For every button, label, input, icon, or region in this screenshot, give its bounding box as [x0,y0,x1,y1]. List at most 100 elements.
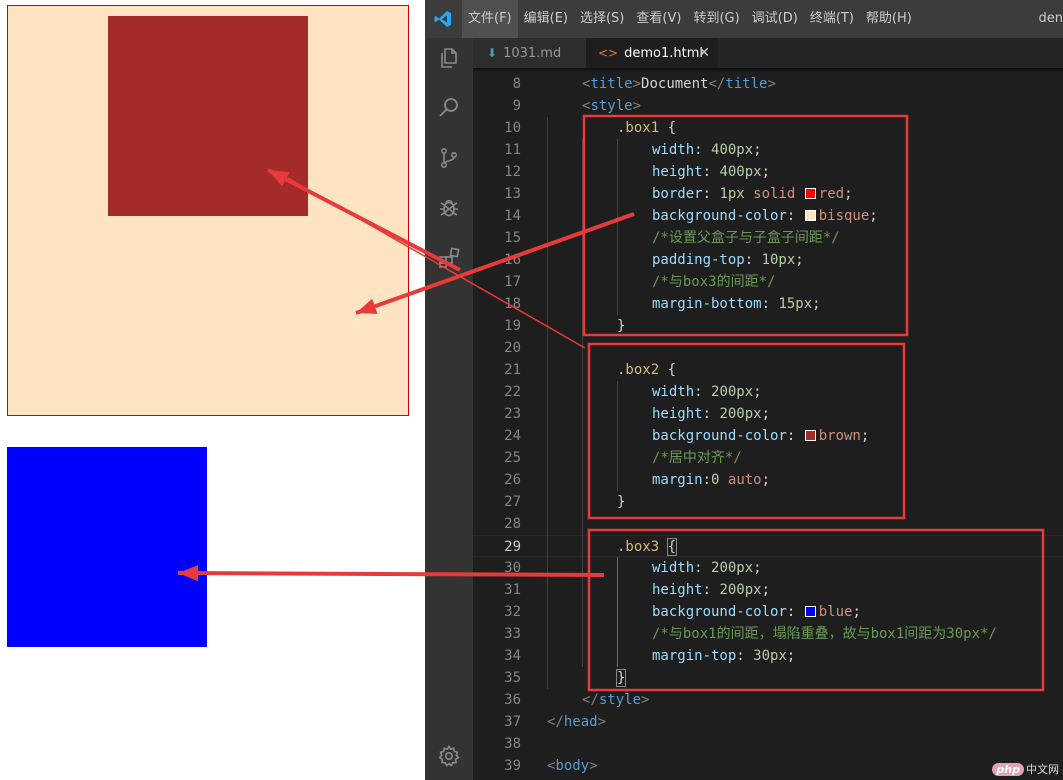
code-token: title [725,76,768,92]
color-swatch-icon[interactable] [804,430,816,441]
html-code-icon: <> [598,46,619,60]
color-swatch-icon[interactable] [804,188,816,199]
code-line[interactable]: 39 <body> [473,755,1063,777]
code-line[interactable]: 16 padding-top: 10px; [473,249,1063,271]
menu-item[interactable]: 查看(V) [630,0,687,38]
code-line[interactable]: 35} [473,667,1063,689]
menu-item[interactable]: 调试(D) [746,0,804,38]
menu-item[interactable]: 帮助(H) [860,0,918,38]
code-token: margin [652,472,703,488]
code-line[interactable]: 21 .box2 { [473,359,1063,381]
menu-item[interactable]: 文件(F) [462,0,518,38]
code-token: ; [852,604,861,620]
code-token: : [694,384,712,400]
source-control-icon[interactable] [437,146,461,170]
code-token: : [702,582,720,598]
code-line[interactable]: 26 margin:0 auto; [473,469,1063,491]
close-tab-icon[interactable]: ✕ [698,38,710,68]
code-token: > [632,98,642,114]
code-text: } [615,667,627,689]
code-line[interactable]: 23 height: 200px; [473,403,1063,425]
line-number: 32 [504,604,521,620]
extensions-icon[interactable] [437,246,461,270]
code-token: body [555,758,590,774]
code-line[interactable]: 24 background-color: brown; [473,425,1063,447]
box2-brown-box [108,16,308,216]
code-text: width: 200px; [652,557,762,579]
code-line[interactable]: 34 margin-top: 30px; [473,645,1063,667]
code-line[interactable]: 25 /*居中对齐*/ [473,447,1063,469]
code-line[interactable]: 19} [473,315,1063,337]
tab-1031-md[interactable]: ⬇ 1031.md [473,38,586,68]
code-line[interactable]: 9 <style> [473,95,1063,117]
search-icon[interactable] [437,96,461,120]
code-line[interactable]: 18 margin-bottom: 15px; [473,293,1063,315]
debug-icon[interactable] [437,196,461,220]
code-line[interactable]: 20 [473,337,1063,359]
files-icon[interactable] [437,46,461,70]
code-text: .box1 { [617,117,676,139]
code-line[interactable]: 27} [473,491,1063,513]
code-token: title [590,76,633,92]
menu-item[interactable]: 编辑(E) [518,0,574,38]
code-text: /*与box1的间距，塌陷重叠，故与box1间距为30px*/ [652,623,997,645]
line-number: 31 [504,582,521,598]
code-line[interactable]: 12 height: 400px; [473,161,1063,183]
code-text: .box3 { [617,536,678,558]
code-token: width [652,142,695,158]
code-token: head [563,714,598,730]
code-line[interactable]: 31 height: 200px; [473,579,1063,601]
code-line[interactable]: 10 .box1 { [473,117,1063,139]
code-token: : [702,472,712,488]
menu-item[interactable]: 终端(T) [804,0,860,38]
code-line[interactable]: 33 /*与box1的间距，塌陷重叠，故与box1间距为30px*/ [473,623,1063,645]
code-token: : [702,186,720,202]
code-text: <style> [582,95,641,117]
code-line[interactable]: 22 width: 200px; [473,381,1063,403]
code-token: background-color [652,208,787,224]
code-token: margin-bottom [652,296,762,312]
code-token: style [590,98,633,114]
code-token: ; [753,142,762,158]
tab-label: 1031.md [503,46,562,61]
vscode-window: 文件(F) 编辑(E) 选择(S) 查看(V) 转到(G) 调试(D) 终端(T) 帮助(H)… [425,0,1063,780]
code-line[interactable]: 8 <title>Document</title> [473,73,1063,95]
code-line[interactable]: 29 .box3 { [473,535,1063,557]
watermark-text: 中文网 [1026,763,1059,776]
code-line[interactable]: 32 background-color: blue; [473,601,1063,623]
code-token: : [702,406,720,422]
code-token: .box2 [617,362,660,378]
code-line[interactable]: 15 /*设置父盒子与子盒子间距*/ [473,227,1063,249]
code-token: } [617,318,626,334]
line-number: 36 [504,692,521,708]
tab-demo1-html[interactable]: <> demo1.html ✕ [586,38,718,68]
code-line[interactable]: 37 </head> [473,711,1063,733]
code-token: > [589,758,598,774]
gear-icon[interactable] [437,744,461,768]
code-line[interactable]: 13 border: 1px solid red; [473,183,1063,205]
code-line[interactable]: 30 width: 200px; [473,557,1063,579]
code-editor[interactable]: 8 <title>Document</title> 9 <style> 10 .box1 … [473,68,1063,780]
indent-guide [547,117,548,689]
code-token: width [652,560,695,576]
line-number: 19 [504,318,521,334]
code-line[interactable]: 36 </style> [473,689,1063,711]
color-swatch-icon[interactable] [804,210,816,221]
code-line[interactable]: 38 [473,733,1063,755]
code-line[interactable]: 17 /*与box3的间距*/ [473,271,1063,293]
code-line[interactable]: 11 width: 400px; [473,139,1063,161]
code-token: </ [547,714,564,730]
code-line[interactable]: 14 background-color: bisque; [473,205,1063,227]
line-number: 22 [504,384,521,400]
indent-guide [617,139,618,315]
menu-item[interactable]: 转到(G) [687,0,745,38]
menu-item[interactable]: 选择(S) [574,0,630,38]
code-text: background-color: bisque; [652,205,878,227]
code-text: <body> [547,755,598,777]
scroll-shadow [473,68,1063,72]
code-token: .box3 [617,539,660,555]
color-swatch-icon[interactable] [804,606,816,617]
line-number: 20 [504,340,521,356]
code-line[interactable]: 28 [473,513,1063,535]
code-token: height [652,582,703,598]
